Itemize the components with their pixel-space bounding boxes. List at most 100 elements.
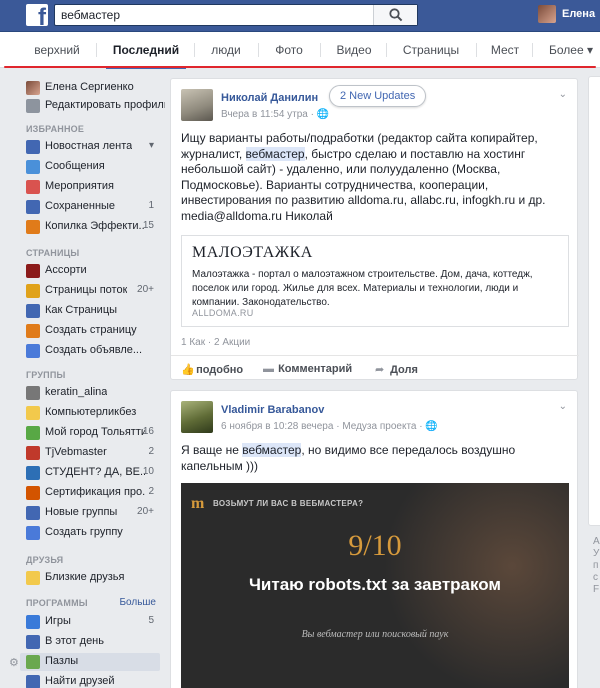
author-avatar[interactable] bbox=[181, 401, 213, 433]
clock-icon bbox=[26, 635, 40, 649]
sidebar-item-count: 15 bbox=[142, 220, 154, 231]
quiz-score: 9/10 bbox=[348, 529, 402, 562]
sidebar-item-events[interactable]: Мероприятия bbox=[26, 178, 162, 196]
sidebar-item-create-ad[interactable]: Создать объявле... bbox=[26, 342, 162, 360]
sidebar-item-label: Создать объявле... bbox=[45, 344, 143, 356]
sidebar-item-close-friends[interactable]: Близкие друзья bbox=[26, 569, 162, 587]
tab-pages[interactable]: Страницы bbox=[392, 32, 470, 68]
sidebar-item-new-groups[interactable]: Новые группы 20+ bbox=[26, 504, 162, 522]
tab-top[interactable]: верхний bbox=[26, 32, 88, 68]
new-updates-button[interactable]: 2 New Updates bbox=[329, 85, 427, 107]
flag-icon bbox=[26, 284, 40, 298]
sidebar-item-create-group[interactable]: Создать группу bbox=[26, 524, 162, 542]
gear-icon[interactable]: ⚙ bbox=[9, 656, 19, 669]
post-timestamp[interactable]: Вчера в 11:54 утра · 🌐 bbox=[221, 109, 329, 120]
groups-icon bbox=[26, 506, 40, 520]
link-description: Малоэтажка - портал о малоэтажном строит… bbox=[192, 269, 533, 308]
tab-divider bbox=[386, 43, 387, 57]
share-button[interactable]: ➦ Доля bbox=[375, 363, 418, 376]
chart-icon bbox=[26, 344, 40, 358]
user-name: Елена bbox=[562, 8, 596, 20]
search-highlight: вебмастер bbox=[245, 146, 305, 161]
sidebar-item-tjvebmaster[interactable]: TjVebmaster 2 bbox=[26, 444, 162, 462]
messages-icon bbox=[26, 160, 40, 174]
tab-places[interactable]: Мест bbox=[482, 32, 528, 68]
sidebar-item-label: Мой город Тольятти bbox=[45, 426, 145, 438]
post-timestamp[interactable]: 6 ноября в 10:28 вечера · Медуза проекта… bbox=[221, 421, 438, 432]
right-column-text: A bbox=[593, 536, 600, 547]
sidebar-item-togliatti[interactable]: Мой город Тольятти 16 bbox=[26, 424, 162, 442]
search-filter-tabs: верхний Последний люди Фото Видео Страни… bbox=[0, 32, 600, 69]
sidebar-heading-apps: ПРОГРАММЫ bbox=[26, 598, 88, 608]
sidebar-item-pages-feed[interactable]: Страницы поток 20+ bbox=[26, 282, 162, 300]
tree-icon bbox=[26, 426, 40, 440]
sidebar-item-create-page[interactable]: Создать страницу bbox=[26, 322, 162, 340]
sidebar-item-count: 2 bbox=[148, 486, 154, 497]
post-text: Я ваще не вебмастер, но видимо все перед… bbox=[181, 443, 541, 474]
right-column-text: F bbox=[593, 584, 600, 595]
sidebar-item-keratin[interactable]: keratin_alina bbox=[26, 384, 162, 402]
sidebar-item-student[interactable]: СТУДЕНТ? ДА, ВЕ... 10 bbox=[26, 464, 162, 482]
sidebar-item-label: TjVebmaster bbox=[45, 446, 107, 458]
comment-button[interactable]: ▬ Комментарий bbox=[263, 363, 352, 375]
sidebar-profile[interactable]: Елена Сергиенко bbox=[26, 79, 162, 97]
sidebar-item-label: Игры bbox=[45, 615, 71, 627]
sidebar-item-kopilka[interactable]: Копилка Эффекти... 15 bbox=[26, 218, 162, 236]
post-author[interactable]: Vladimir Barabanov bbox=[221, 404, 324, 416]
sidebar-item-games[interactable]: Игры 5 bbox=[26, 613, 162, 631]
sidebar-apps-more-link[interactable]: Больше bbox=[119, 597, 156, 608]
sidebar-heading-friends: ДРУЗЬЯ bbox=[26, 555, 64, 565]
sidebar-item-label: Страницы поток bbox=[45, 284, 128, 296]
puzzle-icon bbox=[26, 655, 40, 669]
post-text-part: Я ваще не bbox=[181, 443, 243, 457]
sidebar-item-certification[interactable]: Сертификация про... 2 bbox=[26, 484, 162, 502]
author-avatar[interactable] bbox=[181, 89, 213, 121]
pencil-icon bbox=[26, 99, 40, 113]
sidebar-item-count: 1 bbox=[148, 200, 154, 211]
post-card: Vladimir Barabanov 6 ноября в 10:28 вече… bbox=[170, 390, 578, 688]
right-column-text: п bbox=[593, 560, 599, 571]
shared-image[interactable]: m ВОЗЬМУТ ЛИ ВАС В ВЕБМАСТЕРА? 9/10 Чита… bbox=[181, 483, 569, 688]
sidebar-item-like-pages[interactable]: Как Страницы bbox=[26, 302, 162, 320]
plus-icon bbox=[26, 526, 40, 540]
tab-latest[interactable]: Последний bbox=[106, 32, 186, 69]
sidebar-item-puzzles[interactable]: Пазлы bbox=[20, 653, 160, 671]
red-underline-annotation bbox=[4, 66, 596, 68]
search-button[interactable] bbox=[373, 5, 417, 25]
magnifier-icon bbox=[389, 8, 403, 22]
chevron-down-icon[interactable]: ⌄ bbox=[559, 401, 567, 412]
search-input[interactable] bbox=[55, 5, 375, 25]
share-label: Доля bbox=[390, 364, 418, 376]
post-author[interactable]: Николай Данилин bbox=[221, 92, 318, 104]
link-preview[interactable]: МАЛОЭТАЖКА Малоэтажка - портал о малоэта… bbox=[181, 235, 569, 327]
quiz-subtitle: Вы вебмастер или поисковый паук bbox=[301, 629, 449, 640]
sidebar-item-saved[interactable]: Сохраненные 1 bbox=[26, 198, 162, 216]
group-icon bbox=[26, 446, 40, 460]
tab-photos[interactable]: Фото bbox=[264, 32, 314, 68]
tab-videos[interactable]: Видео bbox=[326, 32, 382, 68]
tab-more[interactable]: Более ▾ bbox=[542, 32, 600, 68]
sidebar-item-label: В этот день bbox=[45, 635, 104, 647]
sidebar-item-on-this-day[interactable]: В этот день bbox=[26, 633, 162, 651]
thumbs-up-icon: 👍 bbox=[181, 364, 195, 376]
tab-people[interactable]: люди bbox=[200, 32, 252, 68]
comment-icon: ▬ bbox=[263, 363, 274, 375]
group-icon bbox=[26, 466, 40, 480]
like-button[interactable]: 👍 подобно bbox=[181, 363, 243, 376]
sidebar-item-label: СТУДЕНТ? ДА, ВЕ... bbox=[45, 466, 145, 478]
sidebar-item-computer[interactable]: Компьютерликбез bbox=[26, 404, 162, 422]
sidebar-item-news-feed[interactable]: Новостная лента ▾ bbox=[26, 138, 162, 156]
sidebar-item-assorti[interactable]: Ассорти bbox=[26, 262, 162, 280]
user-avatar bbox=[538, 5, 556, 23]
chevron-down-icon[interactable]: ⌄ bbox=[559, 89, 567, 100]
tab-divider bbox=[320, 43, 321, 57]
post-text: Ищу варианты работы/подработки (редактор… bbox=[181, 131, 571, 224]
tab-divider bbox=[258, 43, 259, 57]
reaction-counts[interactable]: 1 Как · 2 Акции bbox=[181, 337, 250, 348]
sidebar-edit-profile[interactable]: Редактировать профиль bbox=[26, 97, 165, 115]
facebook-logo-icon[interactable]: f bbox=[26, 4, 48, 26]
sidebar-item-find-friends[interactable]: Найти друзей bbox=[26, 673, 162, 688]
sidebar-item-label: Сертификация про... bbox=[45, 486, 145, 498]
page-icon bbox=[26, 264, 40, 278]
sidebar-item-messages[interactable]: Сообщения bbox=[26, 158, 162, 176]
